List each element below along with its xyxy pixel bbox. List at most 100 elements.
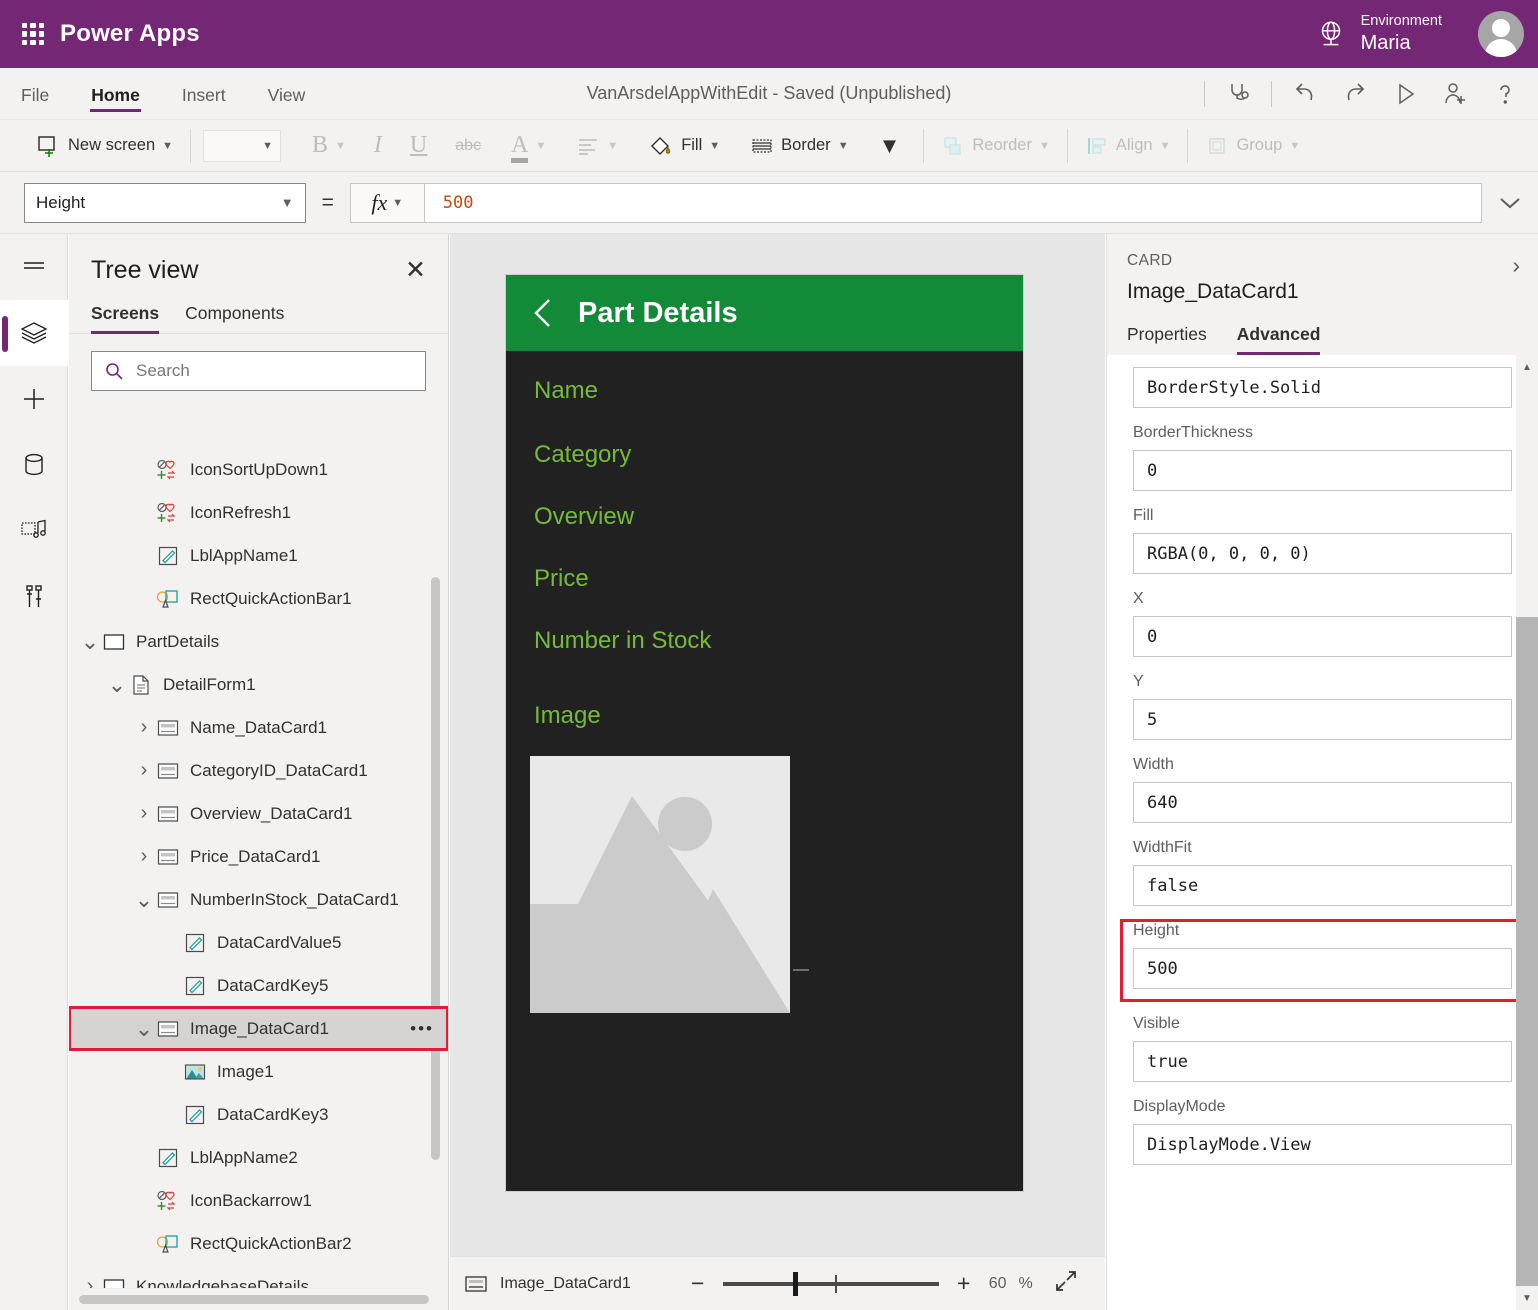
property-input[interactable]: BorderStyle.Solid <box>1133 367 1512 408</box>
bold-button[interactable]: B ▼ <box>303 126 355 166</box>
tab-properties[interactable]: Properties <box>1127 324 1207 355</box>
tree-item-rectquickactionbar2[interactable]: RectQuickActionBar2 <box>69 1222 448 1265</box>
property-input[interactable]: RGBA(0, 0, 0, 0) <box>1133 533 1512 574</box>
tab-advanced[interactable]: Advanced <box>1236 324 1320 355</box>
property-input[interactable]: false <box>1133 865 1512 906</box>
tree-item-lblappname1[interactable]: LblAppName1 <box>69 534 448 577</box>
back-chevron-icon[interactable] <box>530 296 556 330</box>
border-button[interactable]: Border ▼ <box>741 126 857 166</box>
zoom-in-button[interactable]: + <box>951 1270 977 1297</box>
chevron-right-icon[interactable]: › <box>133 802 155 825</box>
fit-to-screen-icon[interactable] <box>1053 1268 1079 1299</box>
phone-preview[interactable]: Part Details Name Category Overview Pric… <box>505 274 1024 1192</box>
properties-scrollbar[interactable]: ▲ ▼ <box>1516 355 1538 1310</box>
search-input[interactable]: Search <box>91 351 426 391</box>
app-checker-icon[interactable] <box>1213 73 1263 115</box>
font-color-button[interactable]: A ▼ <box>502 126 555 166</box>
insert-plus-icon[interactable] <box>0 366 68 432</box>
tree-item-image1[interactable]: Image1 <box>69 1050 448 1093</box>
property-input[interactable]: 5 <box>1133 699 1512 740</box>
tree-item-partdetails[interactable]: ⌄ PartDetails <box>69 620 448 663</box>
fx-button[interactable]: fx ▼ <box>349 182 424 223</box>
chevron-down-icon[interactable]: ⌄ <box>106 673 128 695</box>
undo-icon[interactable] <box>1280 73 1330 115</box>
tree-item-detailform1[interactable]: ⌄ DetailForm1 <box>69 663 448 706</box>
formula-input[interactable]: 500 <box>423 182 1483 223</box>
chevron-right-icon[interactable]: › <box>79 1275 101 1288</box>
image-placeholder-icon[interactable] <box>530 756 790 1013</box>
tree-item-overview_datacard1[interactable]: › Overview_DataCard1 <box>69 792 448 835</box>
tree-vertical-scrollbar[interactable] <box>431 577 440 1160</box>
tree-item-datacardkey5[interactable]: DataCardKey5 <box>69 964 448 1007</box>
zoom-out-button[interactable]: − <box>685 1270 711 1297</box>
new-screen-button[interactable]: New screen ▼ <box>26 126 182 166</box>
scroll-down-arrow-icon[interactable]: ▼ <box>1516 1286 1538 1310</box>
properties-field-list[interactable]: BorderStyle.Solid BorderThickness 0 Fill RGB… <box>1107 355 1538 1310</box>
advanced-tools-icon[interactable] <box>0 564 68 630</box>
tree-item-datacardkey3[interactable]: DataCardKey3 <box>69 1093 448 1136</box>
share-add-user-icon[interactable] <box>1430 73 1480 115</box>
help-icon[interactable] <box>1480 73 1530 115</box>
strikethrough-button[interactable]: abc <box>446 126 490 166</box>
chevron-right-icon[interactable]: › <box>1512 252 1520 279</box>
property-input[interactable]: 500 <box>1133 948 1512 989</box>
brand-title[interactable]: Power Apps <box>60 20 200 48</box>
tree-item-iconrefresh1[interactable]: IconRefresh1 <box>69 491 448 534</box>
property-input[interactable]: 0 <box>1133 616 1512 657</box>
tree-item-numberinstock_datacard1[interactable]: ⌄ NumberInStock_DataCard1 <box>69 878 448 921</box>
properties-scrollbar-thumb[interactable] <box>1516 617 1538 1286</box>
media-icon[interactable] <box>0 498 68 564</box>
text-align-button[interactable]: ▼ <box>567 126 627 166</box>
redo-icon[interactable] <box>1330 73 1380 115</box>
menu-item-file[interactable]: File <box>20 68 50 120</box>
tree-item-datacardvalue5[interactable]: DataCardValue5 <box>69 921 448 964</box>
tree-item-overflow-menu-icon[interactable]: ••• <box>410 1019 434 1039</box>
chevron-down-icon[interactable]: ⌄ <box>79 630 101 652</box>
tree-item-iconsortupdown1[interactable]: IconSortUpDown1 <box>69 448 448 491</box>
app-canvas[interactable]: Part Details Name Category Overview Pric… <box>450 234 1105 1256</box>
zoom-slider-thumb[interactable] <box>792 1271 798 1296</box>
waffle-grid-icon[interactable] <box>16 17 50 51</box>
more-options-chevron-icon[interactable]: ▼ <box>870 126 910 166</box>
zoom-slider[interactable] <box>722 1271 939 1296</box>
tree-item-rectquickactionbar1[interactable]: RectQuickActionBar1 <box>69 577 448 620</box>
italic-button[interactable]: I <box>365 126 391 166</box>
tree-item-categoryid_datacard1[interactable]: › CategoryID_DataCard1 <box>69 749 448 792</box>
tree-item-price_datacard1[interactable]: › Price_DataCard1 <box>69 835 448 878</box>
tree-item-lblappname2[interactable]: LblAppName2 <box>69 1136 448 1179</box>
menu-item-view[interactable]: View <box>267 68 307 120</box>
chevron-right-icon[interactable]: › <box>133 845 155 868</box>
tab-screens[interactable]: Screens <box>91 303 160 334</box>
tree-item-image_datacard1[interactable]: ⌄ Image_DataCard1 ••• <box>69 1006 448 1051</box>
property-input[interactable]: 0 <box>1133 450 1512 491</box>
menu-item-home[interactable]: Home <box>90 68 141 120</box>
hamburger-menu-icon[interactable] <box>0 234 68 300</box>
selection-handle[interactable] <box>793 969 809 971</box>
tree-view-layers-icon[interactable] <box>0 300 68 366</box>
close-icon[interactable]: ✕ <box>405 258 426 283</box>
formula-expand-chevron-icon[interactable] <box>1482 194 1538 212</box>
chevron-down-icon[interactable]: ⌄ <box>133 888 155 910</box>
environment-picker[interactable]: Environment Maria <box>1314 0 1442 68</box>
chevron-right-icon[interactable]: › <box>133 759 155 782</box>
tree-item-name_datacard1[interactable]: › Name_DataCard1 <box>69 706 448 749</box>
chevron-right-icon[interactable]: › <box>133 716 155 739</box>
reorder-button[interactable]: Reorder ▼ <box>932 126 1059 166</box>
underline-button[interactable]: U <box>401 126 436 166</box>
fill-button[interactable]: Fill ▼ <box>639 126 729 166</box>
group-button[interactable]: Group ▼ <box>1196 126 1309 166</box>
tree-horizontal-scrollbar[interactable] <box>79 1295 429 1304</box>
font-family-select[interactable]: ▼ <box>203 129 282 162</box>
chevron-down-icon[interactable]: ⌄ <box>133 1017 155 1039</box>
user-avatar-icon[interactable] <box>1478 11 1524 57</box>
data-sources-icon[interactable] <box>0 432 68 498</box>
property-select[interactable]: Height ▼ <box>24 182 306 223</box>
scroll-up-arrow-icon[interactable]: ▲ <box>1516 355 1538 379</box>
preview-play-icon[interactable] <box>1380 73 1430 115</box>
tree-item-list[interactable]: IconSortUpDown1 IconRefresh1 LblAppName1… <box>69 448 448 1288</box>
property-input[interactable]: 640 <box>1133 782 1512 823</box>
property-input[interactable]: true <box>1133 1041 1512 1082</box>
tree-item-iconbackarrow1[interactable]: IconBackarrow1 <box>69 1179 448 1222</box>
property-input[interactable]: DisplayMode.View <box>1133 1124 1512 1165</box>
tree-item-knowledgebasedetails[interactable]: › KnowledgebaseDetails <box>69 1265 448 1288</box>
